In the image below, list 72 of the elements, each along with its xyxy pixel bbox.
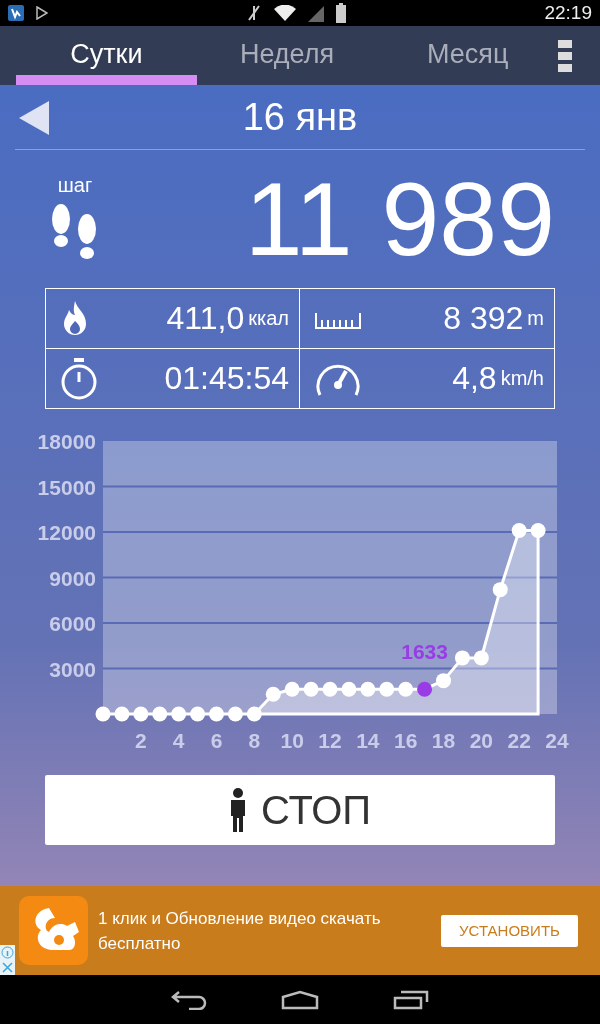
y-tick-label: 15000 <box>37 475 96 499</box>
stop-button[interactable]: СТОП <box>45 775 555 845</box>
x-tick-label: 20 <box>469 729 493 752</box>
data-point <box>379 681 395 697</box>
recent-apps-icon[interactable] <box>393 989 429 1010</box>
x-tick-label: 24 <box>545 729 569 752</box>
squirrel-app-icon <box>19 896 88 965</box>
data-point <box>303 681 319 697</box>
signal-icon <box>308 4 325 22</box>
data-point <box>284 681 300 697</box>
y-tick-label: 18000 <box>37 430 96 453</box>
wifi-icon <box>274 5 297 21</box>
step-count: 11 989 <box>244 167 555 271</box>
x-tick-label: 22 <box>507 729 531 752</box>
y-tick-label: 3000 <box>49 657 96 681</box>
data-point <box>360 681 376 697</box>
data-point <box>436 673 451 689</box>
app-icon <box>8 5 24 21</box>
data-point <box>341 681 357 697</box>
person-icon <box>228 788 247 832</box>
data-point <box>530 523 546 538</box>
stat-value: 01:45:54 <box>164 360 289 397</box>
data-point <box>511 523 527 538</box>
tab[interactable]: Неделя <box>196 26 378 85</box>
data-point <box>190 706 206 722</box>
data-point <box>227 706 243 722</box>
data-point <box>492 582 508 598</box>
x-tick-label: 18 <box>431 729 456 752</box>
y-tick-label: 9000 <box>49 566 96 590</box>
back-button[interactable] <box>19 101 49 135</box>
x-tick-label: 12 <box>318 729 342 752</box>
stopwatch-icon <box>60 357 98 400</box>
x-tick-label: 2 <box>135 729 147 752</box>
data-point <box>322 681 338 697</box>
battery-icon <box>336 3 347 23</box>
mute-icon <box>246 4 263 22</box>
x-tick-label: 4 <box>172 729 185 752</box>
stat-value: 4,8 <box>452 360 497 397</box>
install-button[interactable]: УСТАНОВИТЬ <box>441 914 578 947</box>
data-point <box>473 650 489 666</box>
x-tick-label: 10 <box>280 729 304 752</box>
x-tick-label: 8 <box>248 729 261 752</box>
stat-value: 8 392 <box>443 300 524 337</box>
data-point <box>152 706 168 722</box>
stat-unit: m <box>527 307 544 330</box>
data-point <box>114 706 130 722</box>
clock-time: 22:19 <box>544 2 592 24</box>
y-tick-label: 6000 <box>49 612 96 635</box>
x-tick-label: 16 <box>394 729 418 752</box>
data-point <box>398 681 414 697</box>
play-store-icon <box>36 6 48 20</box>
data-point <box>209 706 224 722</box>
data-point <box>265 686 281 702</box>
data-point <box>133 706 149 722</box>
ad-text: 1 клик и Обновление видео скачать бесплатно <box>98 907 382 955</box>
data-point <box>95 706 111 722</box>
stat-unit: ккал <box>248 307 289 330</box>
tab[interactable]: Месяц <box>377 26 558 85</box>
stat-value: 411,0 <box>166 300 245 337</box>
point-label: 1633 <box>401 640 448 664</box>
x-tick-label: 14 <box>356 729 380 752</box>
y-tick-label: 12000 <box>37 521 96 544</box>
data-point <box>417 681 433 697</box>
date-title: 16 янв <box>242 95 358 139</box>
steps-label: шаг <box>57 173 93 197</box>
data-point <box>246 706 262 722</box>
home-icon[interactable] <box>281 989 319 1010</box>
back-icon[interactable] <box>171 989 207 1010</box>
data-point <box>454 650 470 666</box>
data-point <box>171 706 187 722</box>
stat-unit: km/h <box>500 367 544 390</box>
x-tick-label: 6 <box>210 729 223 752</box>
